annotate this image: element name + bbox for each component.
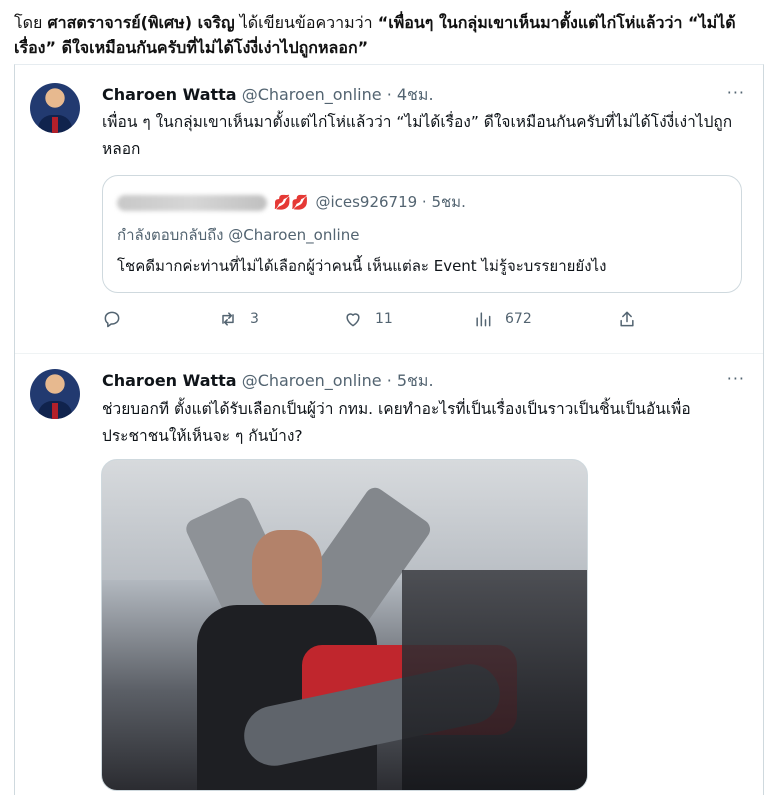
retweet-button[interactable]: 3 [218,309,259,329]
tweet-header: Charoen Watta @Charoen_online · 5ชม. [102,369,434,394]
more-options-icon[interactable]: ··· [727,369,745,388]
tweet-header: Charoen Watta @Charoen_online · 4ชม. [102,83,434,108]
tweet-text: เพื่อน ๆ ในกลุ่มเขาเห็นมาตั้งแต่ไก่โห่แล… [102,113,733,158]
share-icon [620,311,634,327]
quoted-tweet-text: โชคดีมากค่ะท่านที่ไม่ได้เลือกผู้ว่าคนนี้… [117,257,607,275]
quoted-tweet[interactable]: 💋💋 @ices926719 · 5ชม. กำลังตอบกลับถึง @C… [102,175,742,293]
retweet-count: 3 [250,311,259,327]
like-button[interactable]: 11 [343,309,393,329]
more-options-icon[interactable]: ··· [727,83,745,102]
views-chart-icon [476,312,491,327]
caption-author: ศาสตราจารย์(พิเศษ) เจริญ [47,13,235,32]
tweet-text: ช่วยบอกที ตั้งแต่ได้รับเลือกเป็นผู้ว่า ก… [102,400,691,445]
tweet-1[interactable]: Charoen Watta @Charoen_online · 4ชม. ···… [15,65,763,353]
caption-prefix: โดย [14,13,43,32]
lips-emoji: 💋💋 [273,195,309,211]
photo-person-head [252,530,322,610]
blurred-display-name [117,194,267,211]
share-button[interactable] [617,309,637,329]
like-count: 11 [375,311,393,327]
handle-and-time[interactable]: @Charoen_online · 5ชม. [242,371,434,390]
quoted-handle-and-time[interactable]: @ices926719 · 5ชม. [315,193,465,211]
tweet-photo[interactable] [101,459,588,791]
reply-icon [104,311,120,328]
caption-middle: ได้เขียนข้อความว่า [239,13,373,32]
display-name[interactable]: Charoen Watta [102,85,237,104]
heart-icon [346,313,360,327]
retweet-icon [222,312,234,326]
avatar-tie [52,117,58,133]
views-button[interactable]: 672 [473,309,532,329]
quoted-tweet-header: 💋💋 @ices926719 · 5ชม. [117,190,466,214]
avatar[interactable] [30,369,80,419]
handle-and-time[interactable]: @Charoen_online · 4ชม. [242,85,434,104]
avatar[interactable] [30,83,80,133]
reply-to-line[interactable]: กำลังตอบกลับถึง @Charoen_online [117,223,359,247]
article-caption: โดย ศาสตราจารย์(พิเศษ) เจริญ ได้เขียนข้อ… [14,10,759,60]
reply-button[interactable] [102,309,122,329]
display-name[interactable]: Charoen Watta [102,371,237,390]
views-count: 672 [505,311,532,327]
avatar-tie [52,403,58,419]
tweet-actions: 3 11 672 [102,309,662,333]
photo-crowd [402,570,587,790]
